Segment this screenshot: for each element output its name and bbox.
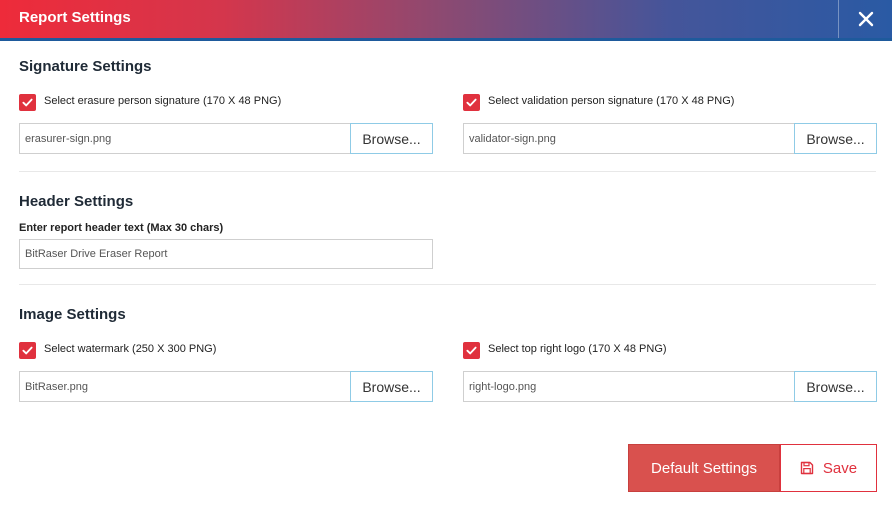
erasure-signature-browse-button[interactable]: Browse... [350, 123, 433, 154]
top-right-logo-option: Select top right logo (170 X 48 PNG) [463, 342, 667, 359]
watermark-file-field[interactable]: BitRaser.png [19, 371, 350, 402]
titlebar-divider [0, 38, 892, 41]
section-divider [19, 171, 876, 172]
validation-signature-label: Select validation person signature (170 … [488, 94, 735, 107]
floppy-disk-icon [800, 461, 814, 475]
erasure-signature-checkbox[interactable] [19, 94, 36, 111]
top-right-logo-checkbox[interactable] [463, 342, 480, 359]
save-button[interactable]: Save [780, 444, 877, 492]
check-icon [22, 346, 33, 355]
erasure-signature-option: Select erasure person signature (170 X 4… [19, 94, 281, 111]
validation-signature-checkbox[interactable] [463, 94, 480, 111]
watermark-label: Select watermark (250 X 300 PNG) [44, 342, 217, 355]
validation-signature-browse-button[interactable]: Browse... [794, 123, 877, 154]
save-button-label: Save [822, 459, 858, 477]
header-text-label: Enter report header text (Max 30 chars) [19, 222, 224, 234]
signature-section-title: Signature Settings [19, 58, 152, 75]
section-divider [19, 284, 876, 285]
dialog-titlebar [0, 0, 892, 38]
top-right-logo-file-picker: right-logo.png Browse... [463, 371, 877, 402]
erasure-signature-file-field[interactable]: erasurer-sign.png [19, 123, 350, 154]
header-section-title: Header Settings [19, 193, 134, 210]
top-right-logo-label: Select top right logo (170 X 48 PNG) [488, 342, 667, 355]
watermark-checkbox[interactable] [19, 342, 36, 359]
image-section-title: Image Settings [19, 306, 126, 323]
watermark-browse-button[interactable]: Browse... [350, 371, 433, 402]
close-button[interactable] [838, 0, 892, 38]
watermark-file-picker: BitRaser.png Browse... [19, 371, 433, 402]
default-settings-button[interactable]: Default Settings [628, 444, 780, 492]
erasure-signature-label: Select erasure person signature (170 X 4… [44, 94, 282, 107]
check-icon [466, 98, 477, 107]
check-icon [22, 98, 33, 107]
validation-signature-file-field[interactable]: validator-sign.png [463, 123, 794, 154]
dialog-title: Report Settings [19, 9, 131, 26]
top-right-logo-browse-button[interactable]: Browse... [794, 371, 877, 402]
watermark-option: Select watermark (250 X 300 PNG) [19, 342, 216, 359]
top-right-logo-file-field[interactable]: right-logo.png [463, 371, 794, 402]
close-icon [858, 11, 873, 27]
header-text-input[interactable]: BitRaser Drive Eraser Report [19, 239, 433, 269]
check-icon [466, 346, 477, 355]
validation-signature-file-picker: validator-sign.png Browse... [463, 123, 877, 154]
erasure-signature-file-picker: erasurer-sign.png Browse... [19, 123, 433, 154]
validation-signature-option: Select validation person signature (170 … [463, 94, 734, 111]
